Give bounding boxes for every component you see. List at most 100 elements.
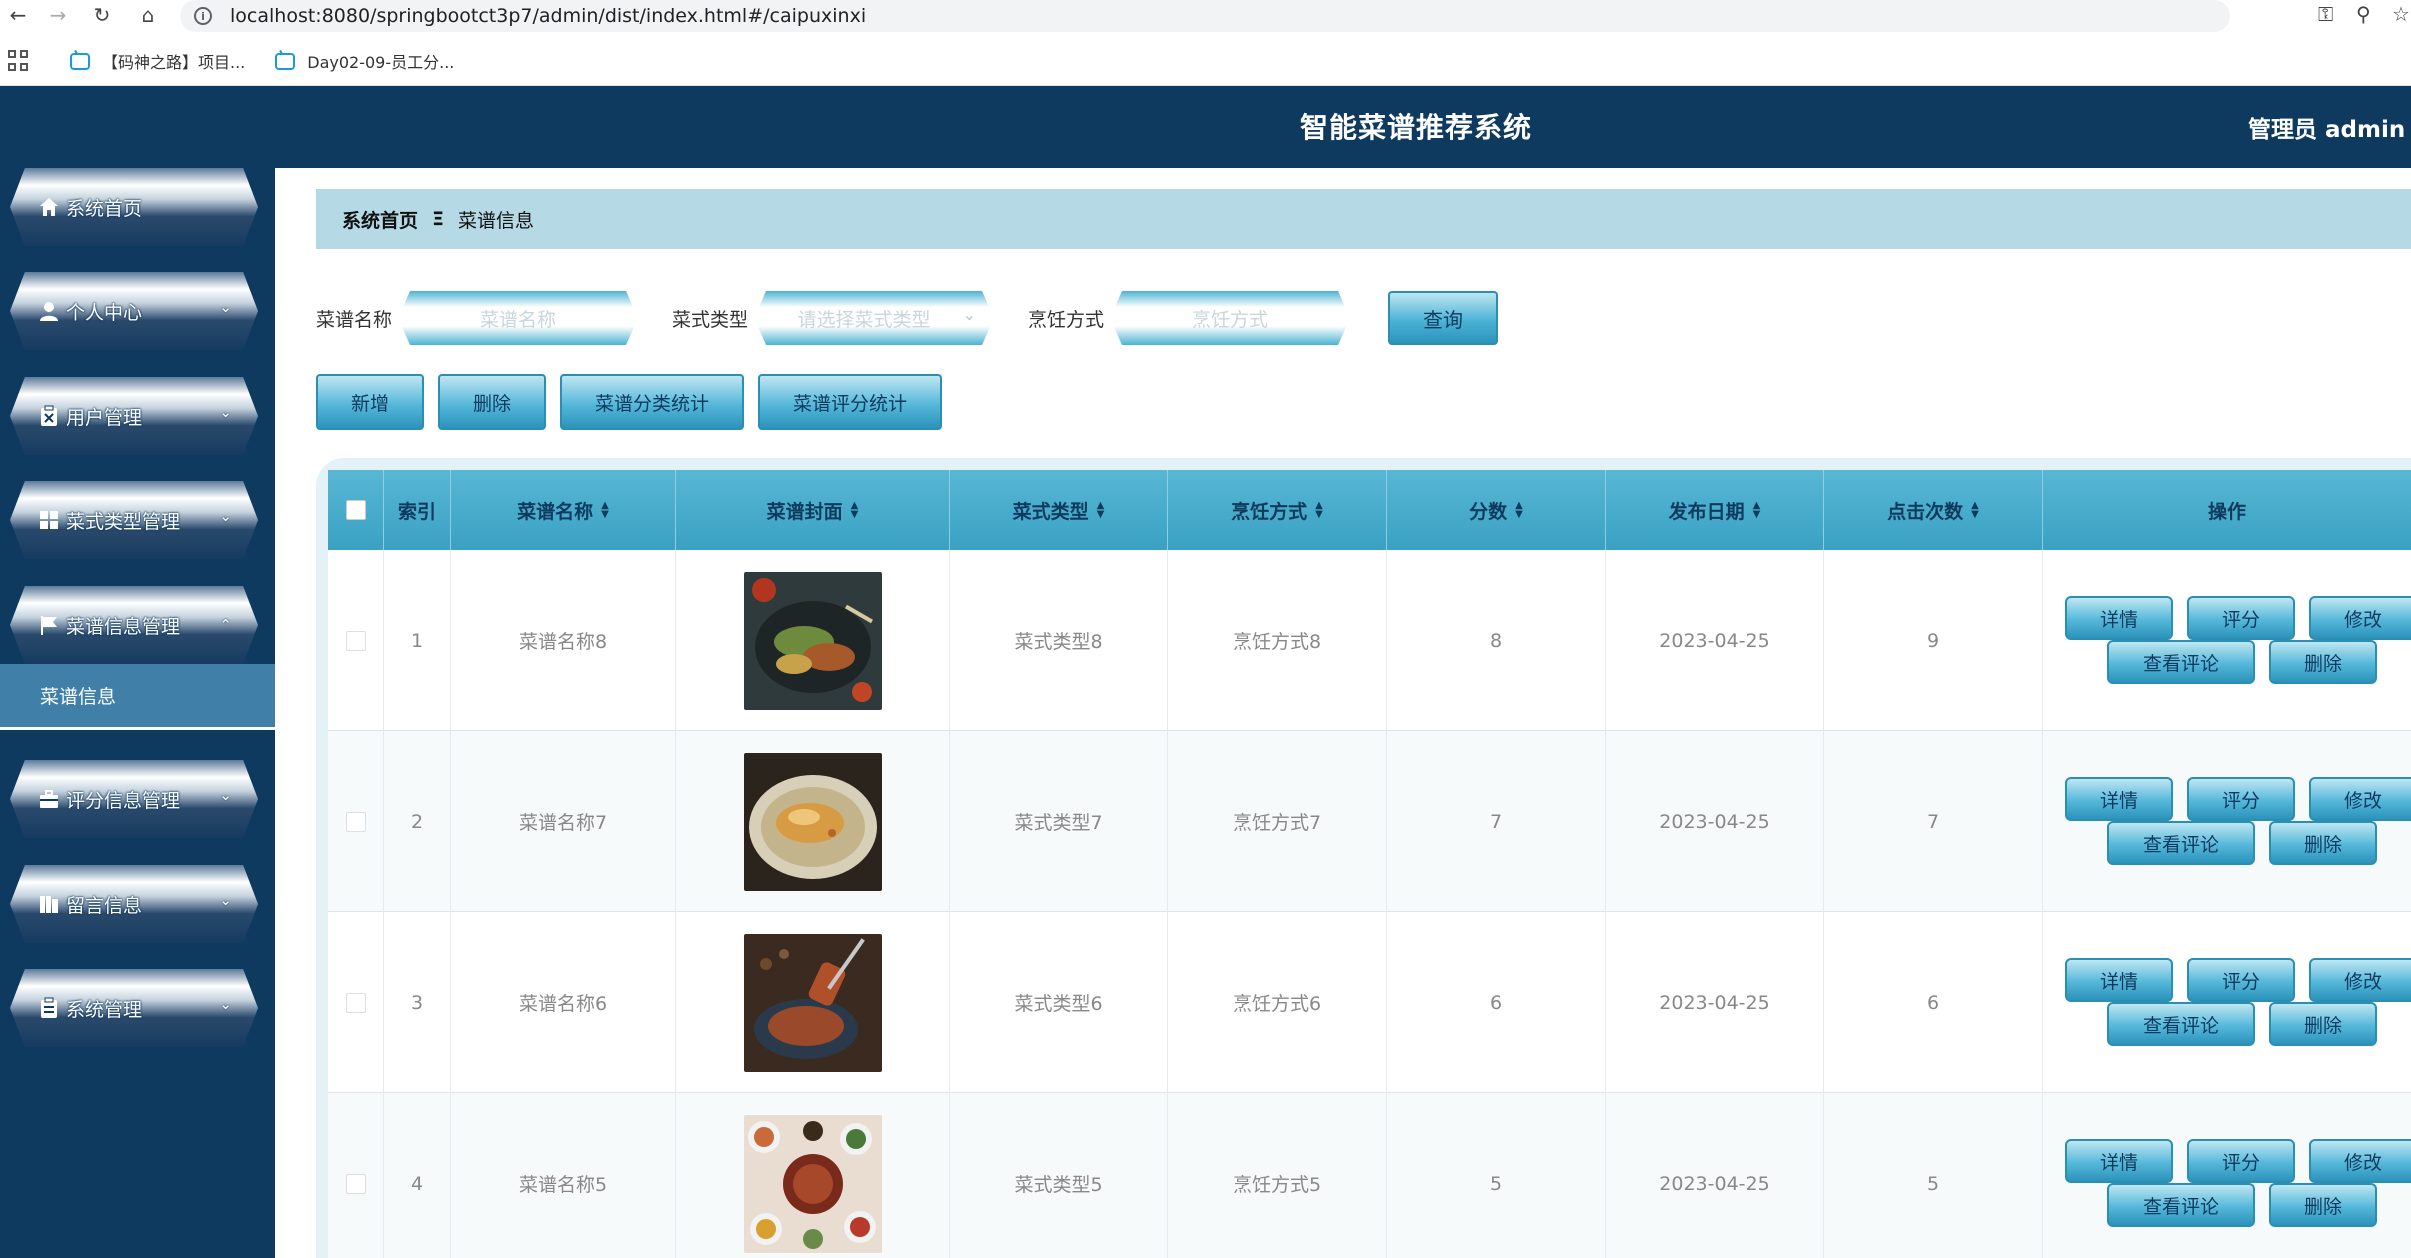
column-header-score[interactable]: 分数 ▲ ▼: [1387, 470, 1606, 550]
sidebar-item-user-management[interactable]: 用户管理 ⌄: [10, 377, 258, 455]
column-header-cover[interactable]: 菜谱封面 ▲ ▼: [676, 470, 950, 550]
row-delete-button[interactable]: 删除: [2269, 1002, 2377, 1046]
site-info-icon[interactable]: i: [194, 7, 212, 25]
back-arrow-icon[interactable]: ←: [0, 0, 36, 30]
sidebar-item-system-management[interactable]: 系统管理 ⌄: [10, 969, 258, 1047]
home-page-icon[interactable]: ⌂: [130, 0, 166, 30]
row-cover: [676, 731, 950, 912]
fried-fish-image[interactable]: [743, 752, 882, 891]
breadcrumb-home[interactable]: 系统首页: [342, 206, 418, 233]
sidebar-item-rating-management[interactable]: 评分信息管理 ⌄: [10, 760, 258, 838]
edit-button[interactable]: 修改: [2309, 1139, 2411, 1183]
detail-button[interactable]: 详情: [2065, 596, 2173, 640]
row-checkbox[interactable]: [345, 1173, 366, 1194]
forward-arrow-icon[interactable]: →: [40, 0, 76, 30]
column-header-method[interactable]: 烹饪方式 ▲ ▼: [1168, 470, 1387, 550]
delete-button[interactable]: 删除: [438, 374, 546, 430]
sort-icon[interactable]: ▲ ▼: [601, 501, 609, 520]
sort-icon[interactable]: ▲ ▼: [1753, 501, 1761, 520]
reload-icon[interactable]: ↻: [84, 0, 120, 30]
sort-icon[interactable]: ▲ ▼: [1971, 501, 1979, 520]
column-header-date[interactable]: 发布日期 ▲ ▼: [1606, 470, 1824, 550]
address-url: localhost:8080/springbootct3p7/admin/dis…: [230, 5, 867, 27]
chevron-down-icon: ⌄: [219, 786, 232, 804]
sort-icon[interactable]: ▲ ▼: [1097, 501, 1105, 520]
sidebar-item-label: 个人中心: [66, 301, 143, 324]
row-score: 5: [1387, 1093, 1606, 1258]
row-clicks: 9: [1824, 550, 2043, 731]
row-delete-button[interactable]: 删除: [2269, 821, 2377, 865]
view-comments-button[interactable]: 查看评论: [2107, 1002, 2255, 1046]
row-score: 7: [1387, 731, 1606, 912]
user-info[interactable]: 管理员 admin 退: [2248, 110, 2411, 144]
system-title: 智能菜谱推荐系统: [1300, 111, 1533, 144]
category-stats-button[interactable]: 菜谱分类统计: [560, 374, 744, 430]
detail-button[interactable]: 详情: [2065, 958, 2173, 1002]
rate-button[interactable]: 评分: [2187, 596, 2295, 640]
zoom-icon[interactable]: ⚲: [2356, 2, 2371, 26]
edit-button[interactable]: 修改: [2309, 777, 2411, 821]
row-delete-button[interactable]: 删除: [2269, 640, 2377, 684]
row-checkbox[interactable]: [345, 811, 366, 832]
table-row: 3 菜谱名称6 菜式类型6 烹饪方式6 6 2023-04-25 6 详情 评分…: [328, 912, 2411, 1093]
table-spread-image[interactable]: [743, 1114, 882, 1253]
edit-button[interactable]: 修改: [2309, 596, 2411, 640]
sidebar-item-label: 留言信息: [66, 894, 143, 917]
skewer-dish-image[interactable]: [743, 933, 882, 1072]
bookmark-item[interactable]: Day02-09-员工分...: [275, 49, 454, 73]
view-comments-button[interactable]: 查看评论: [2107, 640, 2255, 684]
apps-grid-icon[interactable]: [8, 50, 30, 72]
recipe-name-input[interactable]: 菜谱名称: [398, 291, 639, 345]
edit-button[interactable]: 修改: [2309, 958, 2411, 1002]
detail-button[interactable]: 详情: [2065, 1139, 2173, 1183]
column-header-label: 点击次数: [1887, 500, 1964, 523]
address-bar[interactable]: i localhost:8080/springbootct3p7/admin/d…: [180, 0, 2230, 32]
detail-button[interactable]: 详情: [2065, 777, 2173, 821]
search-form: 菜谱名称 菜谱名称 菜式类型 请选择菜式类型 ⌄ 烹饪方式 烹饪方式 查询: [316, 290, 1499, 346]
view-comments-button[interactable]: 查看评论: [2107, 1183, 2255, 1227]
sidebar-item-dish-type-management[interactable]: 菜式类型管理 ⌄: [10, 481, 258, 559]
submenu-item-recipe-info[interactable]: 菜谱信息: [0, 664, 275, 730]
sidebar-item-personal-center[interactable]: 个人中心 ⌄: [10, 272, 258, 350]
row-checkbox[interactable]: [345, 630, 366, 651]
select-all-cell: [328, 470, 384, 550]
row-clicks: 7: [1824, 731, 2043, 912]
sidebar: 系统首页 个人中心 ⌄ 用户管理 ⌄ 菜式类型管理 ⌄ 菜谱信息管理 ⌃ 菜谱信…: [0, 168, 275, 1258]
rate-button[interactable]: 评分: [2187, 777, 2295, 821]
password-key-icon[interactable]: ⚿: [2318, 2, 2333, 26]
select-all-checkbox[interactable]: [345, 500, 366, 520]
column-header-clicks[interactable]: 点击次数 ▲ ▼: [1824, 470, 2043, 550]
dish-type-select[interactable]: 请选择菜式类型 ⌄: [754, 291, 995, 345]
table-row: 4 菜谱名称5 菜式类型5 烹饪方式5 5 2023-04-25 5 详情 评分…: [328, 1093, 2411, 1258]
view-comments-button[interactable]: 查看评论: [2107, 821, 2255, 865]
row-checkbox[interactable]: [345, 992, 366, 1013]
query-button[interactable]: 查询: [1388, 291, 1499, 345]
rate-button[interactable]: 评分: [2187, 1139, 2295, 1183]
sort-icon[interactable]: ▲ ▼: [1315, 501, 1323, 520]
add-button[interactable]: 新增: [316, 374, 424, 430]
grid-icon: [38, 509, 60, 531]
row-clicks: 6: [1824, 912, 2043, 1093]
rate-button[interactable]: 评分: [2187, 958, 2295, 1002]
score-stats-button[interactable]: 菜谱评分统计: [758, 374, 942, 430]
chevron-down-icon: ⌄: [219, 403, 232, 421]
sort-icon[interactable]: ▲ ▼: [1515, 501, 1523, 520]
sidebar-item-messages[interactable]: 留言信息 ⌄: [10, 865, 258, 943]
row-ops: 详情 评分 修改 查看评论 删除: [2043, 550, 2411, 731]
bookmark-label: 【码神之路】项目...: [102, 53, 246, 72]
chevron-down-icon: ⌄: [219, 298, 232, 316]
column-header-index: 索引: [384, 470, 451, 550]
sidebar-item-recipe-management[interactable]: 菜谱信息管理 ⌃: [10, 586, 258, 664]
row-score: 8: [1387, 550, 1606, 731]
book-icon: [38, 893, 60, 915]
grilled-vegetables-image[interactable]: [743, 571, 882, 710]
sidebar-item-home[interactable]: 系统首页: [10, 168, 258, 246]
bookmark-star-icon[interactable]: ☆: [2392, 2, 2410, 26]
column-header-name[interactable]: 菜谱名称 ▲ ▼: [451, 470, 676, 550]
column-header-type[interactable]: 菜式类型 ▲ ▼: [950, 470, 1168, 550]
row-delete-button[interactable]: 删除: [2269, 1183, 2377, 1227]
sort-icon[interactable]: ▲ ▼: [851, 501, 859, 520]
column-header-label: 菜谱名称: [517, 500, 594, 523]
cooking-method-input[interactable]: 烹饪方式: [1110, 291, 1351, 345]
bookmark-item[interactable]: 【码神之路】项目...: [70, 49, 245, 73]
